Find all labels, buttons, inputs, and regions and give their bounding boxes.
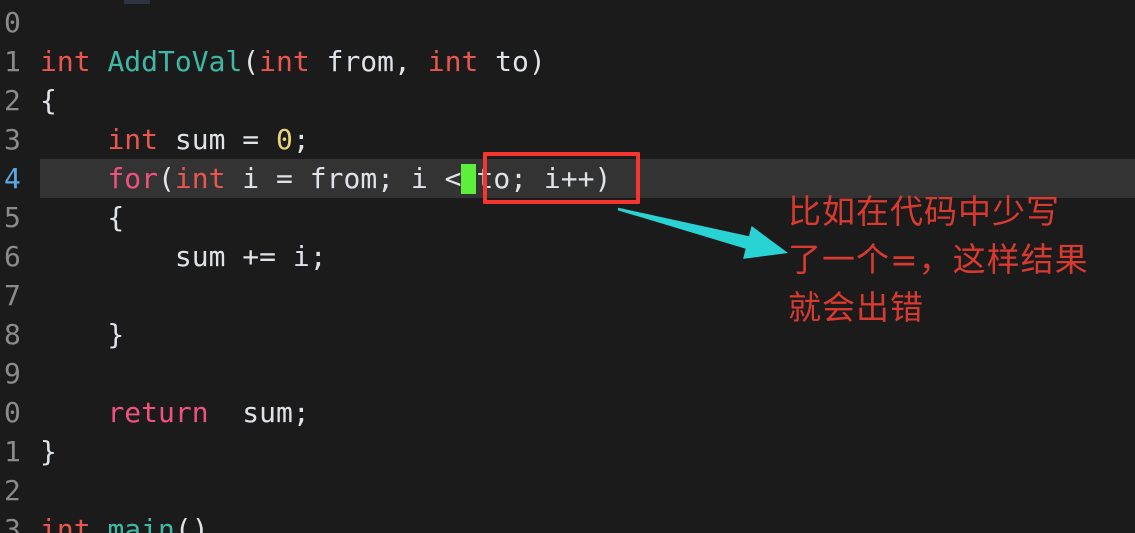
annotation-line: 比如在代码中少写 [788,192,1060,231]
code-token: from, [309,45,428,78]
code-line[interactable]: sum += i; [40,237,327,276]
code-line[interactable]: return sum; [40,393,310,432]
code-token: < [444,162,462,195]
code-token: ( [158,162,175,195]
annotation-note: 比如在代码中少写 了一个=，这样结果 就会出错 [788,188,1089,332]
code-token: { [40,201,125,234]
code-token: { [40,84,57,117]
code-token: int [40,45,91,78]
line-number[interactable]: 1 [0,432,32,471]
code-token: () [174,513,209,533]
text-cursor [461,164,477,194]
code-token: int [174,162,226,195]
code-token: AddToVal [107,45,243,78]
code-token: 0 [276,123,293,156]
line-number[interactable]: 3 [0,120,32,159]
code-token: sum; [208,396,310,429]
line-number[interactable]: 3 [0,510,32,533]
code-token: to; i++) [476,162,612,195]
line-number[interactable]: 7 [0,276,32,315]
line-number[interactable]: 0 [0,3,32,42]
line-number[interactable]: 4 [0,159,32,198]
code-token: return [107,396,209,429]
code-line[interactable]: { [40,198,124,237]
code-token: } [40,435,57,468]
code-line[interactable]: } [40,315,124,354]
annotation-line: 就会出错 [788,288,924,327]
line-number[interactable]: 2 [0,471,32,510]
code-token: int [427,45,479,78]
code-editor-screenshot: 01234567890123 int AddToVal(int from, in… [0,0,1135,533]
line-number[interactable]: 1 [0,42,32,81]
line-number[interactable]: 2 [0,81,32,120]
line-number-gutter[interactable]: 01234567890123 [0,0,40,533]
code-token: i = from; i [225,162,445,195]
code-token: for [107,162,159,195]
code-token: sum = [158,123,277,156]
code-line[interactable]: for(int i = from; i < to; i++) [40,159,611,198]
code-line[interactable]: int AddToVal(int from, int to) [40,42,546,81]
code-token: int [107,123,159,156]
code-token: int [40,513,91,533]
code-token: int [259,45,310,78]
annotation-line: 了一个=，这样结果 [788,240,1089,279]
code-line[interactable]: } [40,432,57,471]
code-line[interactable]: int sum = 0; [40,120,310,159]
line-number[interactable]: 0 [0,393,32,432]
line-number[interactable]: 6 [0,237,32,276]
code-token: main [107,513,175,533]
line-number[interactable]: 5 [0,198,32,237]
code-token: to) [478,45,546,78]
code-token: } [40,318,125,351]
code-token: sum += i; [40,240,327,273]
code-token: ; [292,123,310,156]
code-line[interactable]: int main() [40,510,209,533]
code-line[interactable]: { [40,81,57,120]
code-token: ( [242,45,260,78]
line-number[interactable]: 8 [0,315,32,354]
line-number[interactable]: 9 [0,354,32,393]
